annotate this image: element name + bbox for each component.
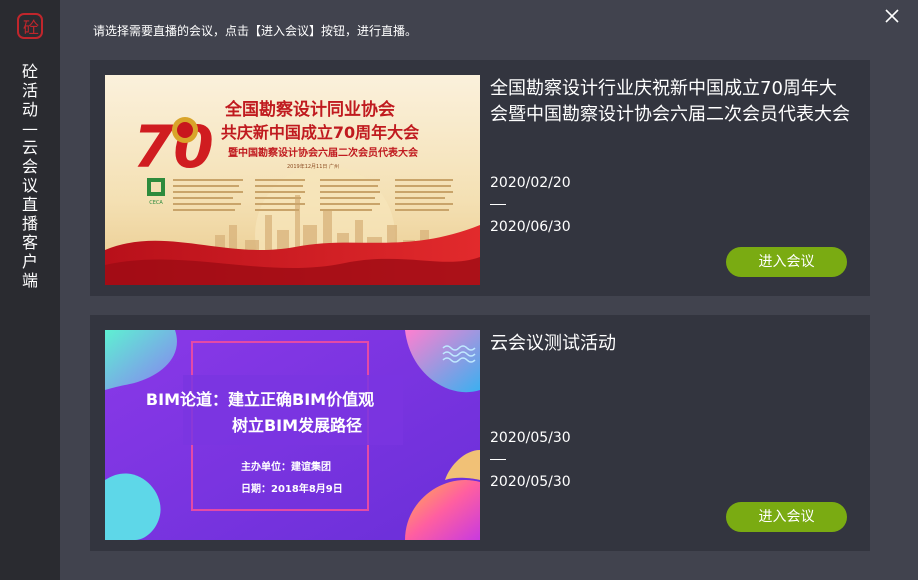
svg-text:70: 70 xyxy=(133,113,214,181)
instruction-text: 请选择需要直播的会议，点击【进入会议】按钮，进行直播。 xyxy=(93,24,418,38)
svg-text:日期：2018年8月9日: 日期：2018年8月9日 xyxy=(241,482,343,495)
svg-text:主办单位：建谊集团: 主办单位：建谊集团 xyxy=(241,460,331,473)
svg-text:全国勘察设计同业协会: 全国勘察设计同业协会 xyxy=(224,99,395,120)
date-separator xyxy=(490,459,506,460)
sidebar: 砼 砼活动—云会议直播客户端 xyxy=(0,0,60,580)
app-logo: 砼 xyxy=(17,13,43,39)
svg-text:砼: 砼 xyxy=(23,18,39,37)
meeting-title: 全国勘察设计行业庆祝新中国成立70周年大会暨中国勘察设计协会六届二次会员代表大会 xyxy=(490,78,850,125)
meeting-card: 70 全国勘察设计同业协会 共庆新中国成立70周年大会 暨中国勘察设计协会六届二… xyxy=(90,60,870,296)
meeting-card: BIM论道：建立正确BIM价值观 树立BIM发展路径 主办单位：建谊集团 日期：… xyxy=(90,315,870,551)
meeting-banner-image: 70 全国勘察设计同业协会 共庆新中国成立70周年大会 暨中国勘察设计协会六届二… xyxy=(105,75,480,285)
svg-text:树立BIM发展路径: 树立BIM发展路径 xyxy=(232,416,362,435)
svg-text:2019年12月11日 广州: 2019年12月11日 广州 xyxy=(287,163,339,170)
close-icon[interactable] xyxy=(882,6,902,26)
svg-text:共庆新中国成立70周年大会: 共庆新中国成立70周年大会 xyxy=(221,123,419,142)
meeting-banner-image: BIM论道：建立正确BIM价值观 树立BIM发展路径 主办单位：建谊集团 日期：… xyxy=(105,330,480,540)
meeting-end-date: 2020/06/30 xyxy=(490,219,571,235)
date-separator xyxy=(490,204,506,205)
svg-text:暨中国勘察设计协会六届二次会员代表大会: 暨中国勘察设计协会六届二次会员代表大会 xyxy=(228,146,418,159)
meeting-title: 云会议测试活动 xyxy=(490,333,616,354)
meeting-start-date: 2020/02/20 xyxy=(490,175,571,191)
app-title: 砼活动—云会议直播客户端 xyxy=(21,62,38,290)
enter-meeting-button[interactable]: 进入会议 xyxy=(726,247,847,277)
meeting-end-date: 2020/05/30 xyxy=(490,474,571,490)
meeting-start-date: 2020/05/30 xyxy=(490,430,571,446)
svg-text:BIM论道：建立正确BIM价值观: BIM论道：建立正确BIM价值观 xyxy=(146,390,374,409)
enter-meeting-button[interactable]: 进入会议 xyxy=(726,502,847,532)
svg-text:CECA: CECA xyxy=(149,200,163,206)
